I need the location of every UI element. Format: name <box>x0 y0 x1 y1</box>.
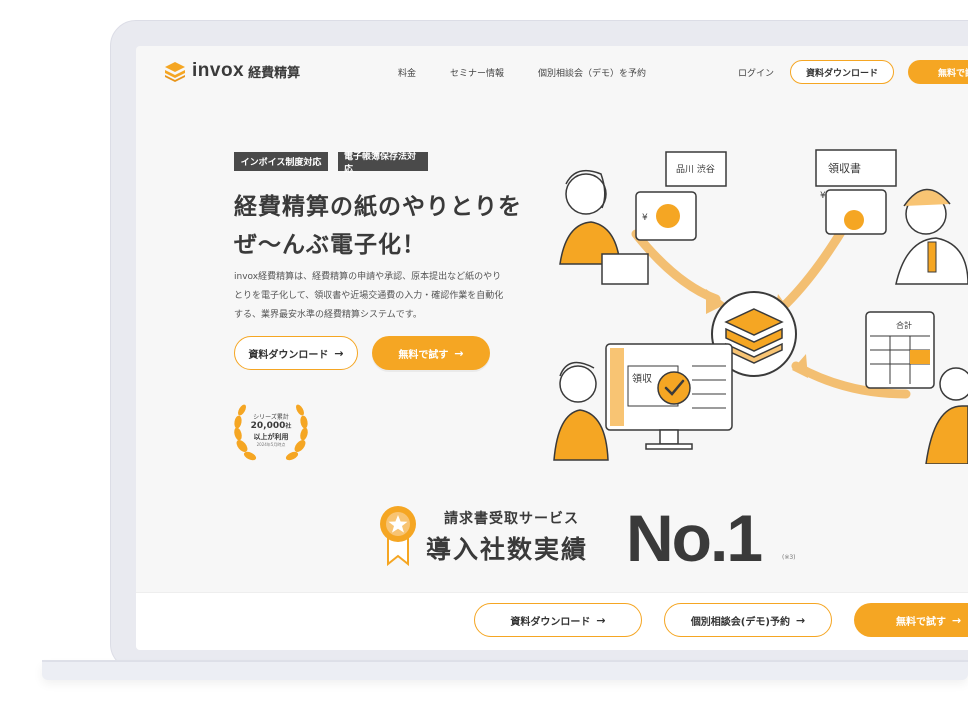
person-body <box>553 409 609 461</box>
bottom-download-label: 資料ダウンロード <box>510 616 591 628</box>
nav-seminar[interactable]: セミナー情報 <box>450 66 504 79</box>
nav-login[interactable]: ログイン <box>738 66 774 79</box>
hero-headline: 経費精算の紙のやりとりを ぜ〜んぶ電子化！ <box>234 188 522 264</box>
no1-achievement: 請求書受取サービス 導入社数実績 No.1 (※3) <box>376 501 816 575</box>
tie-icon <box>927 241 937 273</box>
hero-description: invox経費精算は、経費精算の申請や承認、原本提出など紙のやりとりを電子化して… <box>234 272 504 320</box>
headline-line-1: 経費精算の紙のやりとりを <box>234 194 522 220</box>
person-body <box>925 405 968 464</box>
helmet-icon <box>903 188 951 207</box>
no1-main-text: 導入社数実績 <box>426 535 589 564</box>
arrow-right-icon: → <box>334 346 344 360</box>
bottom-trial-label: 無料で試す <box>896 616 946 628</box>
person-head <box>559 365 597 403</box>
bottom-consult-button[interactable]: 個別相談会(デモ)予約 → <box>664 603 832 637</box>
badge-invoice: インボイス制度対応 <box>234 152 328 171</box>
no1-footnote: (※3) <box>782 554 796 561</box>
bottom-download-button[interactable]: 資料ダウンロード → <box>474 603 642 637</box>
medal-star-icon <box>380 506 416 566</box>
arrow-icon <box>781 219 851 309</box>
award-number: 20,000社 <box>250 421 292 431</box>
site-header: invox 経費精算 料金 セミナー情報 個別相談会（デモ）を予約 ログイン 資… <box>136 46 968 98</box>
camera-icon <box>844 210 864 230</box>
hero-trial-button[interactable]: 無料で試す → <box>372 336 490 370</box>
laptop-sketch <box>601 253 649 285</box>
nav-pricing[interactable]: 料金 <box>398 66 416 79</box>
laptop-base <box>42 662 968 680</box>
bottom-consult-label: 個別相談会(デモ)予約 <box>690 616 790 628</box>
svg-text:¥: ¥ <box>642 213 648 223</box>
award-laurel: シリーズ累計 20,000社 以上が利用 2024年5月時点 <box>232 394 310 466</box>
badge-ebook-law: 電子帳簿保存法対応 <box>338 152 428 175</box>
award-note: 2024年5月時点 <box>256 442 286 447</box>
receipt-label: 領収書 <box>828 161 861 175</box>
hero-download-button[interactable]: 資料ダウンロード → <box>234 336 358 370</box>
touch-icon <box>656 204 680 228</box>
no1-big-text: No.1 <box>626 501 763 575</box>
header-download-button[interactable]: 資料ダウンロード <box>790 60 894 84</box>
hero-trial-label: 無料で試す <box>398 349 449 361</box>
award-line-3: 以上が利用 <box>253 433 289 441</box>
invox-logo-icon <box>165 62 185 82</box>
arrow-right-icon: → <box>454 346 464 360</box>
logo-subtitle: 経費精算 <box>248 65 301 81</box>
header-trial-button[interactable]: 無料で試 <box>908 60 968 84</box>
laptop-screen: invox 経費精算 料金 セミナー情報 個別相談会（デモ）を予約 ログイン 資… <box>136 46 968 650</box>
svg-text:¥: ¥ <box>820 191 826 201</box>
award-line-1: シリーズ累計 <box>253 414 289 421</box>
receipt-short-label: 領収 <box>632 372 652 385</box>
nav-demo-booking[interactable]: 個別相談会（デモ）を予約 <box>538 66 646 79</box>
logo-text: invox <box>192 60 245 81</box>
bottom-cta-bar: 資料ダウンロード → 個別相談会(デモ)予約 → 無料で試す → <box>136 592 968 650</box>
arrow-right-icon: → <box>952 613 962 627</box>
check-circle-icon <box>657 371 691 405</box>
headline-line-2: ぜ〜んぶ電子化！ <box>234 232 426 258</box>
award-text: シリーズ累計 20,000社 以上が利用 2024年5月時点 <box>232 412 310 448</box>
arrow-right-icon: → <box>795 613 806 627</box>
person-head <box>939 367 968 401</box>
logo[interactable]: invox 経費精算 <box>164 60 300 82</box>
hero-illustration: 品川 渋谷 ¥ 領収書 ¥ 合計 領収 <box>553 149 968 464</box>
ticket-label: 品川 渋谷 <box>676 163 715 175</box>
bottom-trial-button[interactable]: 無料で試す → <box>854 603 968 637</box>
person-head <box>565 173 607 215</box>
total-label: 合計 <box>896 320 912 330</box>
arrow-right-icon: → <box>596 613 606 627</box>
hero-download-label: 資料ダウンロード <box>248 349 329 361</box>
no1-subtitle: 請求書受取サービス <box>444 511 579 527</box>
